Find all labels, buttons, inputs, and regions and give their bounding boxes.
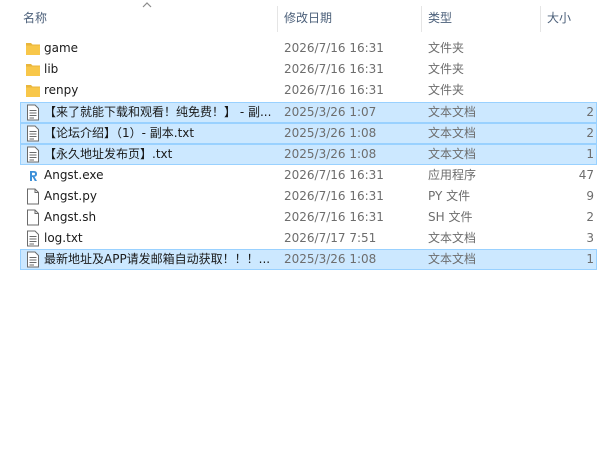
- column-header-bar: 名称 修改日期 类型 大小: [0, 0, 599, 37]
- list-item[interactable]: Angst.sh 2026/7/16 16:31 SH 文件 2: [20, 207, 597, 228]
- file-name: lib: [44, 62, 59, 76]
- file-date: 2025/3/26 1:07: [284, 105, 377, 119]
- folder-icon: [25, 40, 41, 57]
- file-name: 【论坛介绍】（1）- 副本.txt: [44, 126, 195, 140]
- folder-icon: [25, 82, 41, 99]
- file-explorer-list: 名称 修改日期 类型 大小 game 2026/7/16 16:31 文件夹 l…: [0, 0, 599, 474]
- column-header-date[interactable]: 修改日期: [284, 0, 332, 37]
- file-size: 1: [586, 252, 594, 266]
- list-item[interactable]: log.txt 2026/7/17 7:51 文本文档 3: [20, 228, 597, 249]
- blank-file-icon: [25, 209, 41, 226]
- list-item[interactable]: Angst.py 2026/7/16 16:31 PY 文件 9: [20, 186, 597, 207]
- blank-file-icon: [25, 188, 41, 205]
- file-date: 2026/7/16 16:31: [284, 83, 384, 97]
- file-type: 文件夹: [428, 83, 465, 97]
- list-item[interactable]: 【来了就能下载和观看！纯免费！】 - 副... 2025/3/26 1:07 文…: [20, 102, 597, 123]
- text-file-icon: [25, 104, 41, 121]
- file-name: log.txt: [44, 231, 83, 245]
- file-name: 【来了就能下载和观看！纯免费！】 - 副...: [44, 105, 272, 119]
- file-name: game: [44, 41, 79, 55]
- file-type: SH 文件: [428, 210, 473, 224]
- file-size: 2: [586, 126, 594, 140]
- file-type: 文本文档: [428, 126, 477, 140]
- file-name: Angst.sh: [44, 210, 97, 224]
- column-header-name[interactable]: 名称: [23, 0, 47, 37]
- file-type: PY 文件: [428, 189, 471, 203]
- file-size: 2: [586, 105, 594, 119]
- file-type: 文本文档: [428, 231, 477, 245]
- sort-ascending-icon: [142, 2, 152, 8]
- file-date: 2026/7/16 16:31: [284, 41, 384, 55]
- text-file-icon: [25, 230, 41, 247]
- text-file-icon: [25, 251, 41, 268]
- file-date: 2026/7/16 16:31: [284, 189, 384, 203]
- file-date: 2026/7/17 7:51: [284, 231, 377, 245]
- file-name: renpy: [44, 83, 79, 97]
- file-type: 文本文档: [428, 105, 477, 119]
- list-item[interactable]: Angst.exe 2026/7/16 16:31 应用程序 47: [20, 165, 597, 186]
- list-item[interactable]: 【论坛介绍】（1）- 副本.txt 2025/3/26 1:08 文本文档 2: [20, 123, 597, 144]
- folder-icon: [25, 61, 41, 78]
- file-date: 2025/3/26 1:08: [284, 147, 377, 161]
- column-divider[interactable]: [421, 6, 422, 32]
- file-type: 文本文档: [428, 252, 477, 266]
- list-item[interactable]: 【永久地址发布页】.txt 2025/3/26 1:08 文本文档 1: [20, 144, 597, 165]
- file-date: 2025/3/26 1:08: [284, 126, 377, 140]
- text-file-icon: [25, 125, 41, 142]
- file-size: 3: [586, 231, 594, 245]
- file-date: 2025/3/26 1:08: [284, 252, 377, 266]
- file-type: 文件夹: [428, 41, 465, 55]
- file-name: Angst.exe: [44, 168, 104, 182]
- text-file-icon: [25, 146, 41, 163]
- renpy-app-icon: [25, 167, 41, 184]
- file-name: 最新地址及APP请发邮箱自动获取！！！...: [44, 252, 271, 266]
- file-size: [548, 39, 594, 58]
- column-header-type[interactable]: 类型: [428, 0, 452, 37]
- list-item[interactable]: lib 2026/7/16 16:31 文件夹: [20, 59, 597, 80]
- file-size: 1: [586, 147, 594, 161]
- column-header-size[interactable]: 大小: [547, 0, 571, 37]
- file-size: 9: [586, 189, 594, 203]
- file-date: 2026/7/16 16:31: [284, 210, 384, 224]
- file-size: [548, 81, 594, 100]
- list-item[interactable]: 最新地址及APP请发邮箱自动获取！！！... 2025/3/26 1:08 文本…: [20, 249, 597, 270]
- file-size: [548, 60, 594, 79]
- file-name: Angst.py: [44, 189, 97, 203]
- file-size: 47: [578, 168, 594, 182]
- file-type: 文件夹: [428, 62, 465, 76]
- list-item[interactable]: renpy 2026/7/16 16:31 文件夹: [20, 80, 597, 101]
- file-size: 2: [586, 210, 594, 224]
- list-item[interactable]: game 2026/7/16 16:31 文件夹: [20, 38, 597, 59]
- column-divider[interactable]: [277, 6, 278, 32]
- file-type: 应用程序: [428, 168, 477, 182]
- file-date: 2026/7/16 16:31: [284, 62, 384, 76]
- file-name: 【永久地址发布页】.txt: [44, 147, 173, 161]
- file-date: 2026/7/16 16:31: [284, 168, 384, 182]
- file-type: 文本文档: [428, 147, 477, 161]
- column-divider[interactable]: [540, 6, 541, 32]
